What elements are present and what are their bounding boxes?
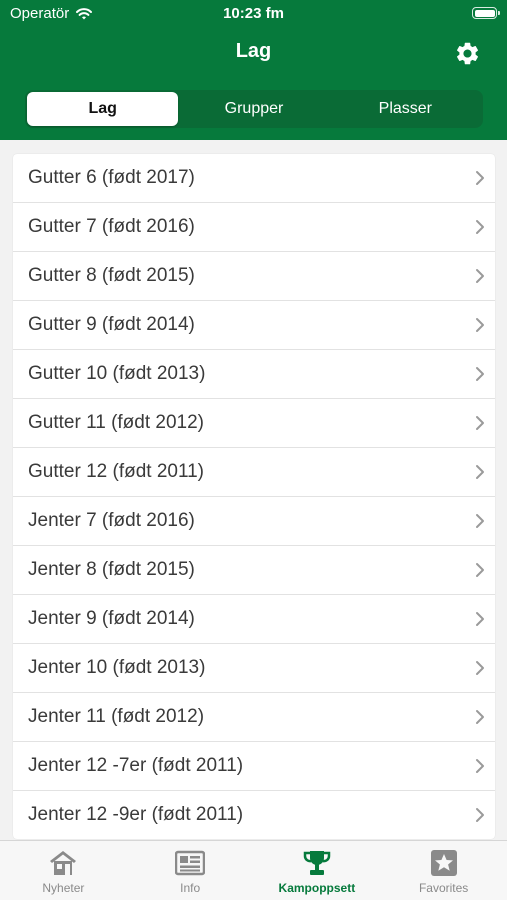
team-label: Jenter 9 (født 2014) xyxy=(28,608,195,629)
chevron-right-icon xyxy=(476,220,484,234)
house-icon xyxy=(50,851,77,875)
trophy-icon xyxy=(303,851,331,875)
chevron-right-icon xyxy=(476,808,484,822)
chevron-right-icon xyxy=(476,367,484,381)
tab-kampoppsett[interactable]: Kampoppsett xyxy=(254,841,381,900)
segmented-control: Lag Grupper Plasser xyxy=(25,90,483,128)
team-label: Gutter 8 (født 2015) xyxy=(28,265,195,286)
page-title: Lag xyxy=(235,40,272,62)
list-item[interactable]: Gutter 12 (født 2011) xyxy=(13,448,495,497)
list-item[interactable]: Gutter 9 (født 2014) xyxy=(13,301,495,350)
team-label: Gutter 12 (født 2011) xyxy=(28,461,205,482)
gear-icon[interactable] xyxy=(454,40,481,67)
battery-icon xyxy=(472,7,500,19)
segment-plasser[interactable]: Plasser xyxy=(330,92,481,126)
team-list: Gutter 6 (født 2017) Gutter 7 (født 2016)… xyxy=(13,154,495,839)
list-item[interactable]: Jenter 7 (født 2016) xyxy=(13,497,495,546)
list-item[interactable]: Jenter 10 (født 2013) xyxy=(13,644,495,693)
team-label: Gutter 6 (født 2017) xyxy=(28,167,195,188)
chevron-right-icon xyxy=(476,514,484,528)
tab-bar: Nyheter Info Kampoppsett Favorites xyxy=(0,840,507,900)
team-label: Jenter 11 (født 2012) xyxy=(28,706,205,727)
chevron-right-icon xyxy=(476,318,484,332)
team-label: Gutter 10 (født 2013) xyxy=(28,363,206,384)
chevron-right-icon xyxy=(476,759,484,773)
chevron-right-icon xyxy=(476,563,484,577)
chevron-right-icon xyxy=(476,269,484,283)
list-item[interactable]: Gutter 8 (født 2015) xyxy=(13,252,495,301)
tab-label: Nyheter xyxy=(42,881,85,895)
chevron-right-icon xyxy=(476,612,484,626)
tab-label: Info xyxy=(180,881,201,895)
status-bar: Operatör 10:23 fm xyxy=(0,0,507,28)
team-label: Jenter 8 (født 2015) xyxy=(28,559,195,580)
header: Operatör 10:23 fm Lag Lag Grupper Plasse… xyxy=(0,0,507,140)
list-item[interactable]: Jenter 8 (født 2015) xyxy=(13,546,495,595)
team-label: Jenter 10 (født 2013) xyxy=(28,657,206,678)
newspaper-icon xyxy=(175,850,206,876)
team-label: Jenter 7 (født 2016) xyxy=(28,510,195,531)
list-item[interactable]: Jenter 9 (født 2014) xyxy=(13,595,495,644)
list-item[interactable]: Gutter 6 (født 2017) xyxy=(13,154,495,203)
segment-grupper[interactable]: Grupper xyxy=(178,92,329,126)
chevron-right-icon xyxy=(476,416,484,430)
team-label: Gutter 7 (født 2016) xyxy=(28,216,195,237)
tab-favorites[interactable]: Favorites xyxy=(380,841,507,900)
list-item[interactable]: Jenter 12 -9er (født 2011) xyxy=(13,791,495,839)
chevron-right-icon xyxy=(476,465,484,479)
tab-info[interactable]: Info xyxy=(127,841,254,900)
tab-nyheter[interactable]: Nyheter xyxy=(0,841,127,900)
tab-label: Favorites xyxy=(418,881,469,895)
clock: 10:23 fm xyxy=(223,5,284,22)
list-item[interactable]: Jenter 12 -7er (født 2011) xyxy=(13,742,495,791)
star-icon xyxy=(430,850,457,876)
segment-lag[interactable]: Lag xyxy=(27,92,179,126)
chevron-right-icon xyxy=(476,710,484,724)
list-item[interactable]: Gutter 11 (født 2012) xyxy=(13,399,495,448)
list-item[interactable]: Jenter 11 (født 2012) xyxy=(13,693,495,742)
list-item[interactable]: Gutter 7 (født 2016) xyxy=(13,203,495,252)
team-label: Jenter 12 -9er (født 2011) xyxy=(28,804,244,825)
team-label: Gutter 11 (født 2012) xyxy=(28,412,205,433)
chevron-right-icon xyxy=(476,661,484,675)
chevron-right-icon xyxy=(476,171,484,185)
tab-label: Kampoppsett xyxy=(278,881,356,895)
team-label: Gutter 9 (født 2014) xyxy=(28,314,195,335)
team-label: Jenter 12 -7er (født 2011) xyxy=(28,755,244,776)
list-item[interactable]: Gutter 10 (født 2013) xyxy=(13,350,495,399)
